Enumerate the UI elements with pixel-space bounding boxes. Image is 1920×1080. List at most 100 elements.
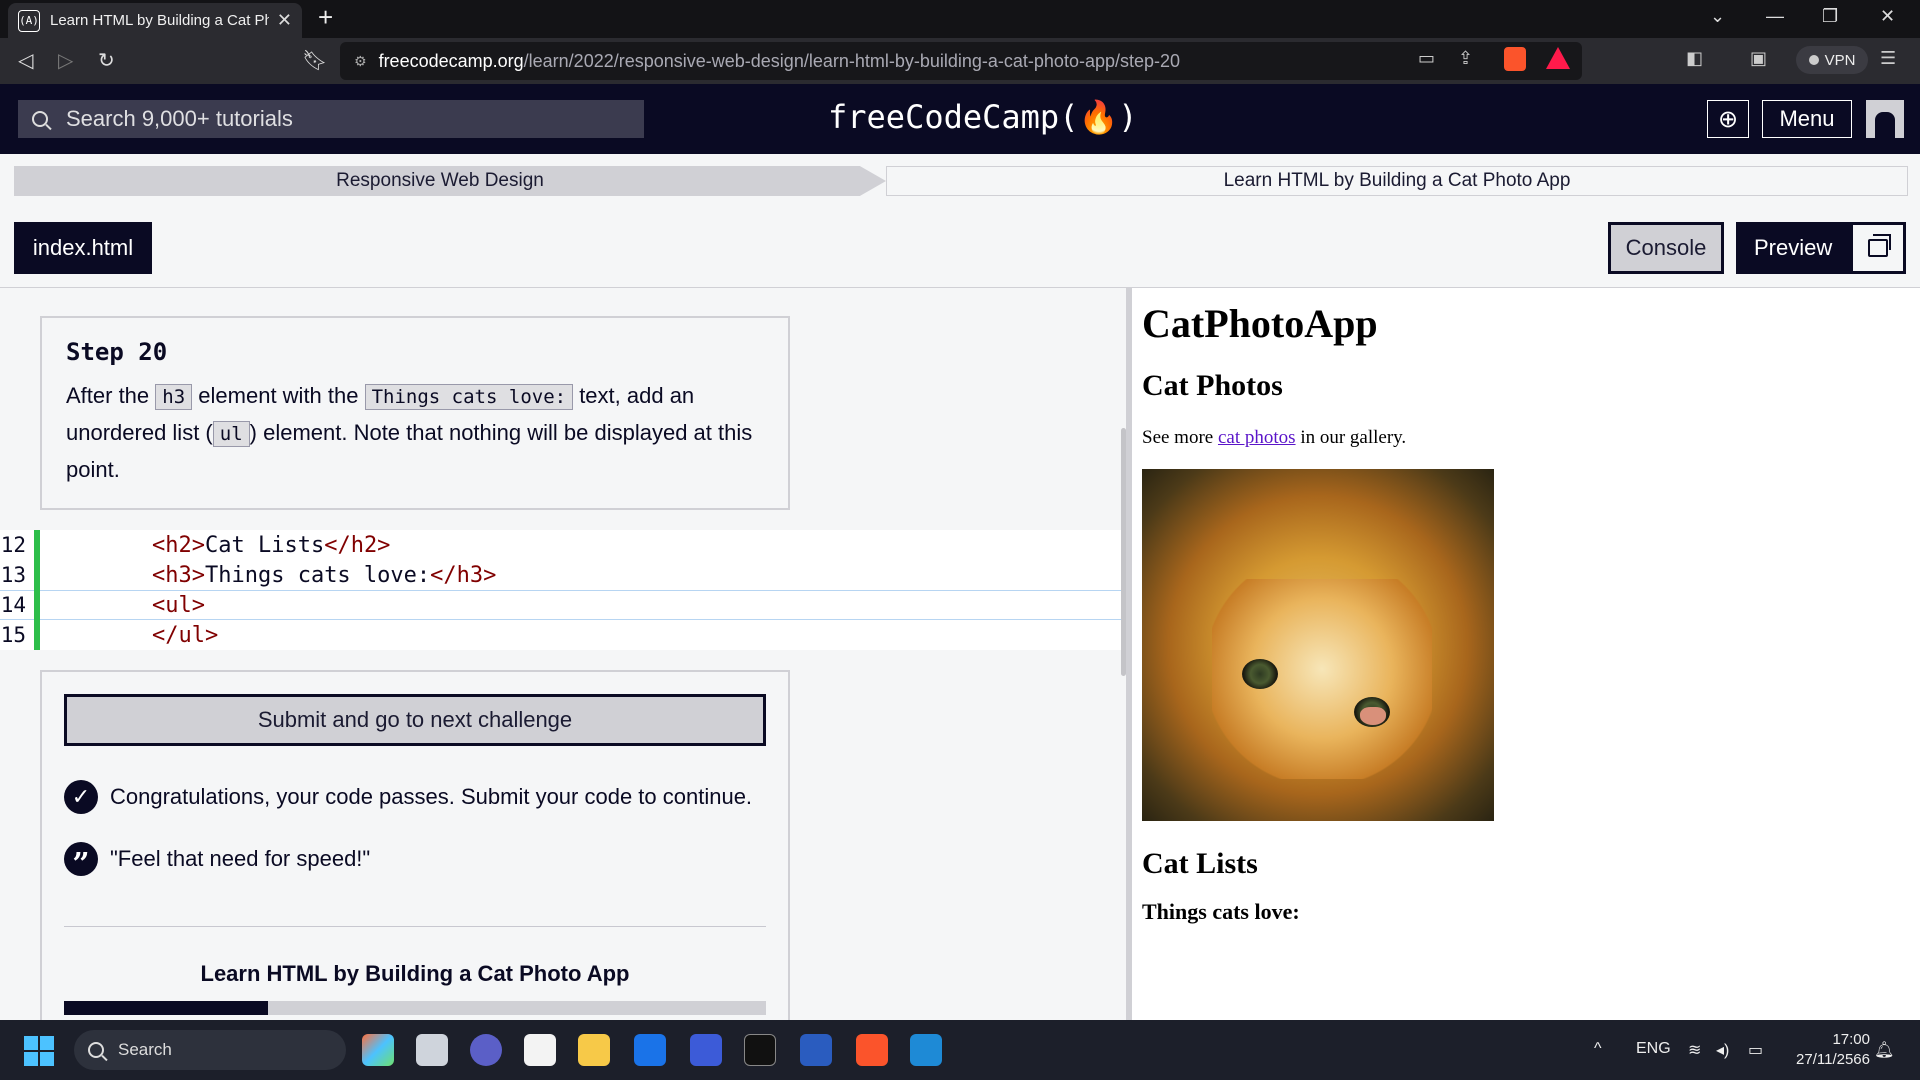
sidebar-icon[interactable]: ◧ [1686, 48, 1703, 69]
preview-button[interactable]: Preview [1736, 222, 1906, 274]
preview-h1: CatPhotoApp [1142, 301, 1378, 346]
windows-taskbar: Search ^ ENG ≋ ◂) ▭ 17:00 27/11/2566 🔔︎ [0, 1020, 1920, 1080]
close-icon[interactable]: ✕ [277, 10, 292, 31]
line-number: 15 [0, 623, 26, 647]
powershell-icon[interactable] [800, 1034, 832, 1066]
dev-app-icon[interactable] [690, 1034, 722, 1066]
check-icon: ✓ [64, 780, 98, 814]
breadcrumb-block[interactable]: Learn HTML by Building a Cat Photo App [886, 166, 1908, 196]
quote-text: "Feel that need for speed!" [110, 846, 371, 871]
url-path: /learn/2022/responsive-web-design/learn-… [523, 50, 1181, 71]
cat-eye-shape [1242, 659, 1278, 689]
divider [64, 926, 766, 927]
minimize-icon[interactable]: — [1766, 6, 1784, 27]
task-view-icon[interactable] [416, 1034, 448, 1066]
code-text: <ul> [152, 592, 205, 618]
brave-icon[interactable] [856, 1034, 888, 1066]
editable-region-marker [34, 560, 40, 590]
editable-region-marker [34, 530, 40, 560]
clock[interactable]: 17:00 27/11/2566 [1776, 1030, 1870, 1070]
avatar[interactable] [1866, 100, 1904, 138]
brave-rewards-icon[interactable] [1546, 47, 1570, 69]
code-line[interactable]: 15 </ul> [0, 620, 1122, 650]
search-icon [88, 1042, 104, 1058]
line-number: 12 [0, 533, 26, 557]
code-line[interactable]: 13 <h3>Things cats love:</h3> [0, 560, 1122, 590]
window-close-icon[interactable]: ✕ [1880, 6, 1895, 27]
search-placeholder: Search 9,000+ tutorials [66, 106, 293, 131]
chevron-down-icon[interactable]: ⌄ [1710, 6, 1725, 27]
tab-title: Learn HTML by Building a Cat Ph [50, 12, 269, 29]
fcc-navbar: Search 9,000+ tutorials freeCodeCamp(🔥) … [0, 84, 1920, 154]
wallet-icon[interactable]: ▣ [1750, 48, 1767, 69]
cat-image[interactable] [1142, 469, 1494, 821]
preview-h2-lists: Cat Lists [1142, 847, 1258, 880]
progress-bar [64, 1001, 766, 1015]
share-icon[interactable]: ⇪ [1458, 48, 1473, 69]
back-icon[interactable]: ◁ [18, 48, 33, 73]
search-input[interactable]: Search 9,000+ tutorials [18, 100, 644, 138]
site-info-icon[interactable]: ⚙︎ [354, 53, 367, 70]
address-bar[interactable]: ⚙︎ freecodecamp.org /learn/2022/responsi… [340, 42, 1582, 80]
terminal-icon[interactable] [744, 1034, 776, 1066]
notification-bell-icon[interactable]: 🔔︎ [1874, 1040, 1894, 1060]
taskbar-search[interactable]: Search [74, 1030, 346, 1070]
reload-icon[interactable]: ↻ [98, 48, 115, 73]
taskbar-search-label: Search [118, 1040, 172, 1059]
console-button[interactable]: Console [1608, 222, 1724, 274]
store-icon[interactable] [524, 1034, 556, 1066]
fcc-favicon-icon: (A) [18, 9, 40, 32]
new-tab-icon[interactable]: + [318, 2, 333, 33]
browser-tab[interactable]: (A) Learn HTML by Building a Cat Ph ✕ [8, 3, 302, 38]
challenge-description: Step 20 After the h3 element with the Th… [40, 316, 790, 510]
forward-icon[interactable]: ▷ [58, 48, 73, 73]
fcc-logo[interactable]: freeCodeCamp(🔥) [828, 98, 1138, 136]
code-text: <h3>Things cats love:</h3> [152, 562, 497, 588]
battery-icon[interactable]: ▭ [1748, 1040, 1763, 1060]
volume-icon[interactable]: ◂) [1716, 1040, 1729, 1060]
line-number: 13 [0, 563, 26, 587]
code-line[interactable]: 12 <h2>Cat Lists</h2> [0, 530, 1122, 560]
vpn-button[interactable]: VPN [1796, 46, 1868, 74]
clock-date: 27/11/2566 [1796, 1051, 1870, 1068]
cat-face-shape [1212, 579, 1432, 779]
success-message: ✓ Congratulations, your code passes. Sub… [64, 780, 766, 814]
teams-icon[interactable] [470, 1034, 502, 1066]
description-text: After the h3 element with the Things cat… [66, 383, 753, 482]
hamburger-menu-icon[interactable]: ☰ [1880, 48, 1896, 69]
cat-nose-shape [1360, 707, 1386, 725]
breadcrumb-superblock[interactable]: Responsive Web Design [14, 166, 886, 196]
cast-icon[interactable]: ▭ [1418, 48, 1435, 69]
inline-code: h3 [155, 384, 193, 410]
vscode-icon[interactable] [910, 1034, 942, 1066]
quote-message: ” "Feel that need for speed!" [64, 842, 766, 882]
menu-button[interactable]: Menu [1762, 100, 1852, 138]
file-explorer-icon[interactable] [578, 1034, 610, 1066]
test-results-panel: Submit and go to next challenge ✓ Congra… [40, 670, 790, 1020]
progress-fill [64, 1001, 268, 1015]
bookmark-icon[interactable]: 🔖︎ [302, 48, 327, 73]
language-indicator[interactable]: ENG [1636, 1040, 1671, 1058]
cat-photos-link[interactable]: cat photos [1218, 427, 1296, 448]
windows-start-icon[interactable] [24, 1036, 54, 1066]
code-text: <h2>Cat Lists</h2> [152, 532, 391, 558]
quote-icon: ” [64, 842, 98, 882]
code-line-active[interactable]: 14 <ul> [0, 590, 1122, 620]
preview-pane: CatPhotoApp Cat Photos See more cat phot… [1132, 288, 1920, 1020]
brave-shields-icon[interactable] [1504, 47, 1526, 71]
line-number: 14 [0, 593, 26, 617]
language-button[interactable]: ⊕ [1707, 100, 1749, 138]
mail-icon[interactable] [634, 1034, 666, 1066]
wifi-icon[interactable]: ≋ [1688, 1040, 1701, 1060]
browser-toolbar: ◁ ▷ ↻ 🔖︎ ⚙︎ freecodecamp.org /learn/2022… [0, 38, 1920, 84]
preview-popout-button[interactable] [1850, 222, 1906, 274]
file-tab-index-html[interactable]: index.html [14, 222, 152, 274]
success-text: Congratulations, your code passes. Submi… [110, 784, 753, 809]
preview-h2-photos: Cat Photos [1142, 369, 1283, 402]
copilot-icon[interactable] [362, 1034, 394, 1066]
chevron-up-icon[interactable]: ^ [1594, 1040, 1602, 1058]
code-editor[interactable]: 12 <h2>Cat Lists</h2> 13 <h3>Things cats… [0, 530, 1122, 650]
editable-region-marker [34, 620, 40, 650]
restore-icon[interactable]: ❐ [1822, 6, 1838, 27]
submit-button[interactable]: Submit and go to next challenge [64, 694, 766, 746]
